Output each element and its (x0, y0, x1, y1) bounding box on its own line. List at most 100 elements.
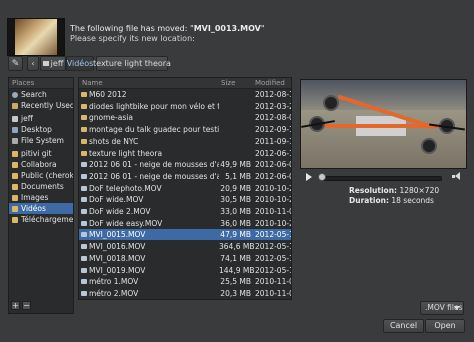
table-row[interactable]: 2012 06 01 - neige de mousses d'arbre...… (79, 171, 291, 182)
folder-icon (81, 103, 87, 109)
video-file-icon (81, 173, 87, 179)
table-row[interactable]: montage du talk guadec pour testing 2012-… (79, 124, 291, 135)
table-row[interactable]: DoF telephoto.MOV 20,9 MB 2010-10-21 (79, 183, 291, 194)
file-modified: 2012-05-13 (255, 242, 291, 252)
sidebar-item-search[interactable]: Search (9, 89, 73, 100)
video-file-icon (81, 197, 87, 203)
search-icon (12, 91, 18, 98)
sidebar-item-home[interactable]: jeff (9, 113, 73, 124)
video-file-icon (81, 267, 87, 273)
file-name: MVI_0018.MOV (89, 253, 146, 263)
table-row[interactable]: DoF wide easy.MOV 36,0 MB 2010-10-21 (79, 218, 291, 229)
film-strip-left (8, 19, 15, 55)
sidebar-item-filesystem[interactable]: File System (9, 135, 73, 146)
path-segment-videos[interactable]: Vidéos (66, 56, 94, 71)
file-size: 30,5 MB (220, 195, 251, 205)
play-icon[interactable] (306, 173, 312, 181)
sidebar-item-images[interactable]: Images (9, 192, 73, 203)
file-type-filter[interactable]: .MOV files (420, 301, 464, 315)
resolution-info: Resolution: 1280×720 (349, 186, 440, 195)
edit-location-button[interactable]: ✎ (8, 56, 23, 71)
path-segment-home[interactable]: jeff (40, 56, 66, 71)
file-name: métro 1.MOV (89, 277, 139, 287)
table-row[interactable]: texture light theora 2012-06-13 (79, 148, 291, 159)
sidebar-item-collabora[interactable]: Collabora (9, 159, 73, 170)
volume-icon[interactable] (452, 172, 462, 181)
sidebar-item-public[interactable]: Public (cherokee) (9, 170, 73, 181)
folder-icon (12, 161, 18, 168)
column-name[interactable]: Name (82, 79, 103, 87)
file-modified: 2012-05-13 (255, 230, 291, 240)
duration-info: Duration: 18 seconds (349, 196, 434, 205)
table-row[interactable]: MVI_0018.MOV 74,1 MB 2012-05-13 (79, 253, 291, 264)
table-row[interactable]: diodes lightbike pour mon vélo et test .… (79, 101, 291, 112)
file-name: M60 2012 (89, 90, 127, 99)
file-name: montage du talk guadec pour testing (89, 125, 219, 135)
video-file-icon (81, 255, 87, 261)
home-icon (12, 115, 18, 122)
column-modified[interactable]: Modified (255, 79, 285, 87)
table-row[interactable]: MVI_0019.MOV 144,9 MB2012-05-13 (79, 265, 291, 276)
table-row[interactable]: 2012 06 01 - neige de mousses d'arbre...… (79, 159, 291, 170)
file-name: diodes lightbike pour mon vélo et test .… (89, 101, 219, 111)
file-name: shots de NYC (89, 136, 139, 146)
file-modified: 2010-11-02 (255, 288, 291, 298)
folder-icon (81, 150, 87, 156)
video-preview (300, 79, 467, 169)
table-row[interactable]: DoF wide 2.MOV 33,0 MB 2010-11-02 (79, 206, 291, 217)
path-segment-texture[interactable]: texture light theora (93, 56, 171, 71)
pencil-icon: ✎ (11, 58, 20, 69)
file-size: 20,9 MB (220, 183, 251, 193)
file-name: DoF telephoto.MOV (89, 183, 162, 193)
seek-slider-handle[interactable] (318, 173, 326, 181)
file-modified: 2012-05-13 (255, 253, 291, 263)
sidebar-item-downloads[interactable]: Téléchargements (9, 214, 73, 225)
sidebar-item-recent[interactable]: Recently Used (9, 100, 73, 111)
table-row[interactable]: M60 2012 2012-08-17 (79, 89, 291, 100)
table-row[interactable]: shots de NYC 2011-09-11 (79, 136, 291, 147)
sidebar-item-pitivi-git[interactable]: pitivi git (9, 148, 73, 159)
sidebar-item-documents[interactable]: Documents (9, 181, 73, 192)
table-row[interactable]: gnome-asia 2012-08-09 (79, 112, 291, 123)
add-bookmark-button[interactable]: + (11, 301, 20, 310)
table-row[interactable]: MVI_0016.MOV 364,6 MB2012-05-13 (79, 241, 291, 252)
column-size[interactable]: Size (221, 79, 235, 87)
file-name: MVI_0019.MOV (89, 265, 146, 275)
path-back-button[interactable]: ‹ (27, 56, 39, 71)
sidebar-item-videos[interactable]: Vidéos (9, 203, 73, 214)
file-size: 144,9 MB (219, 265, 255, 275)
folder-icon (12, 216, 18, 223)
file-name: texture light theora (89, 148, 163, 158)
film-strip-right (57, 19, 64, 55)
file-modified: 2010-10-21 (255, 183, 291, 193)
cancel-button[interactable]: Cancel (383, 319, 424, 333)
file-size: 20,3 MB (220, 288, 251, 298)
file-name: métro 2.MOV (89, 288, 139, 298)
file-modified: 2011-09-11 (255, 136, 291, 146)
seek-slider[interactable] (320, 176, 442, 181)
folder-icon (81, 115, 87, 121)
file-size: 33,0 MB (220, 207, 251, 216)
table-row[interactable]: MVI_0015.MOV 47,9 MB 2012-05-13 (79, 229, 291, 241)
places-header[interactable]: Places (9, 78, 73, 89)
places-controls: + − (8, 300, 74, 314)
video-thumbnail (7, 18, 65, 56)
file-modified: 2012-06-13 (255, 148, 291, 158)
file-name: DoF wide easy.MOV (89, 218, 163, 228)
file-modified: 2010-11-02 (255, 277, 291, 287)
file-name: gnome-asia (89, 113, 133, 123)
table-row[interactable]: métro 2.MOV 20,3 MB 2010-11-02 (79, 288, 291, 299)
table-row[interactable]: métro 1.MOV 25,5 MB 2010-11-02 (79, 276, 291, 287)
folder-icon (12, 205, 18, 212)
video-file-icon (81, 162, 87, 168)
location-prompt: Please specify its new location: (70, 34, 195, 43)
video-file-icon (81, 279, 87, 285)
remove-bookmark-button[interactable]: − (22, 301, 31, 310)
sidebar-item-desktop[interactable]: Desktop (9, 124, 73, 135)
open-button[interactable]: Open (425, 319, 465, 333)
file-modified: 2012-08-09 (255, 113, 291, 123)
folder-icon (81, 138, 87, 144)
drone-rotor (421, 138, 437, 154)
file-size: 47,9 MB (220, 230, 251, 240)
table-row[interactable]: DoF wide.MOV 30,5 MB 2010-10-21 (79, 194, 291, 205)
